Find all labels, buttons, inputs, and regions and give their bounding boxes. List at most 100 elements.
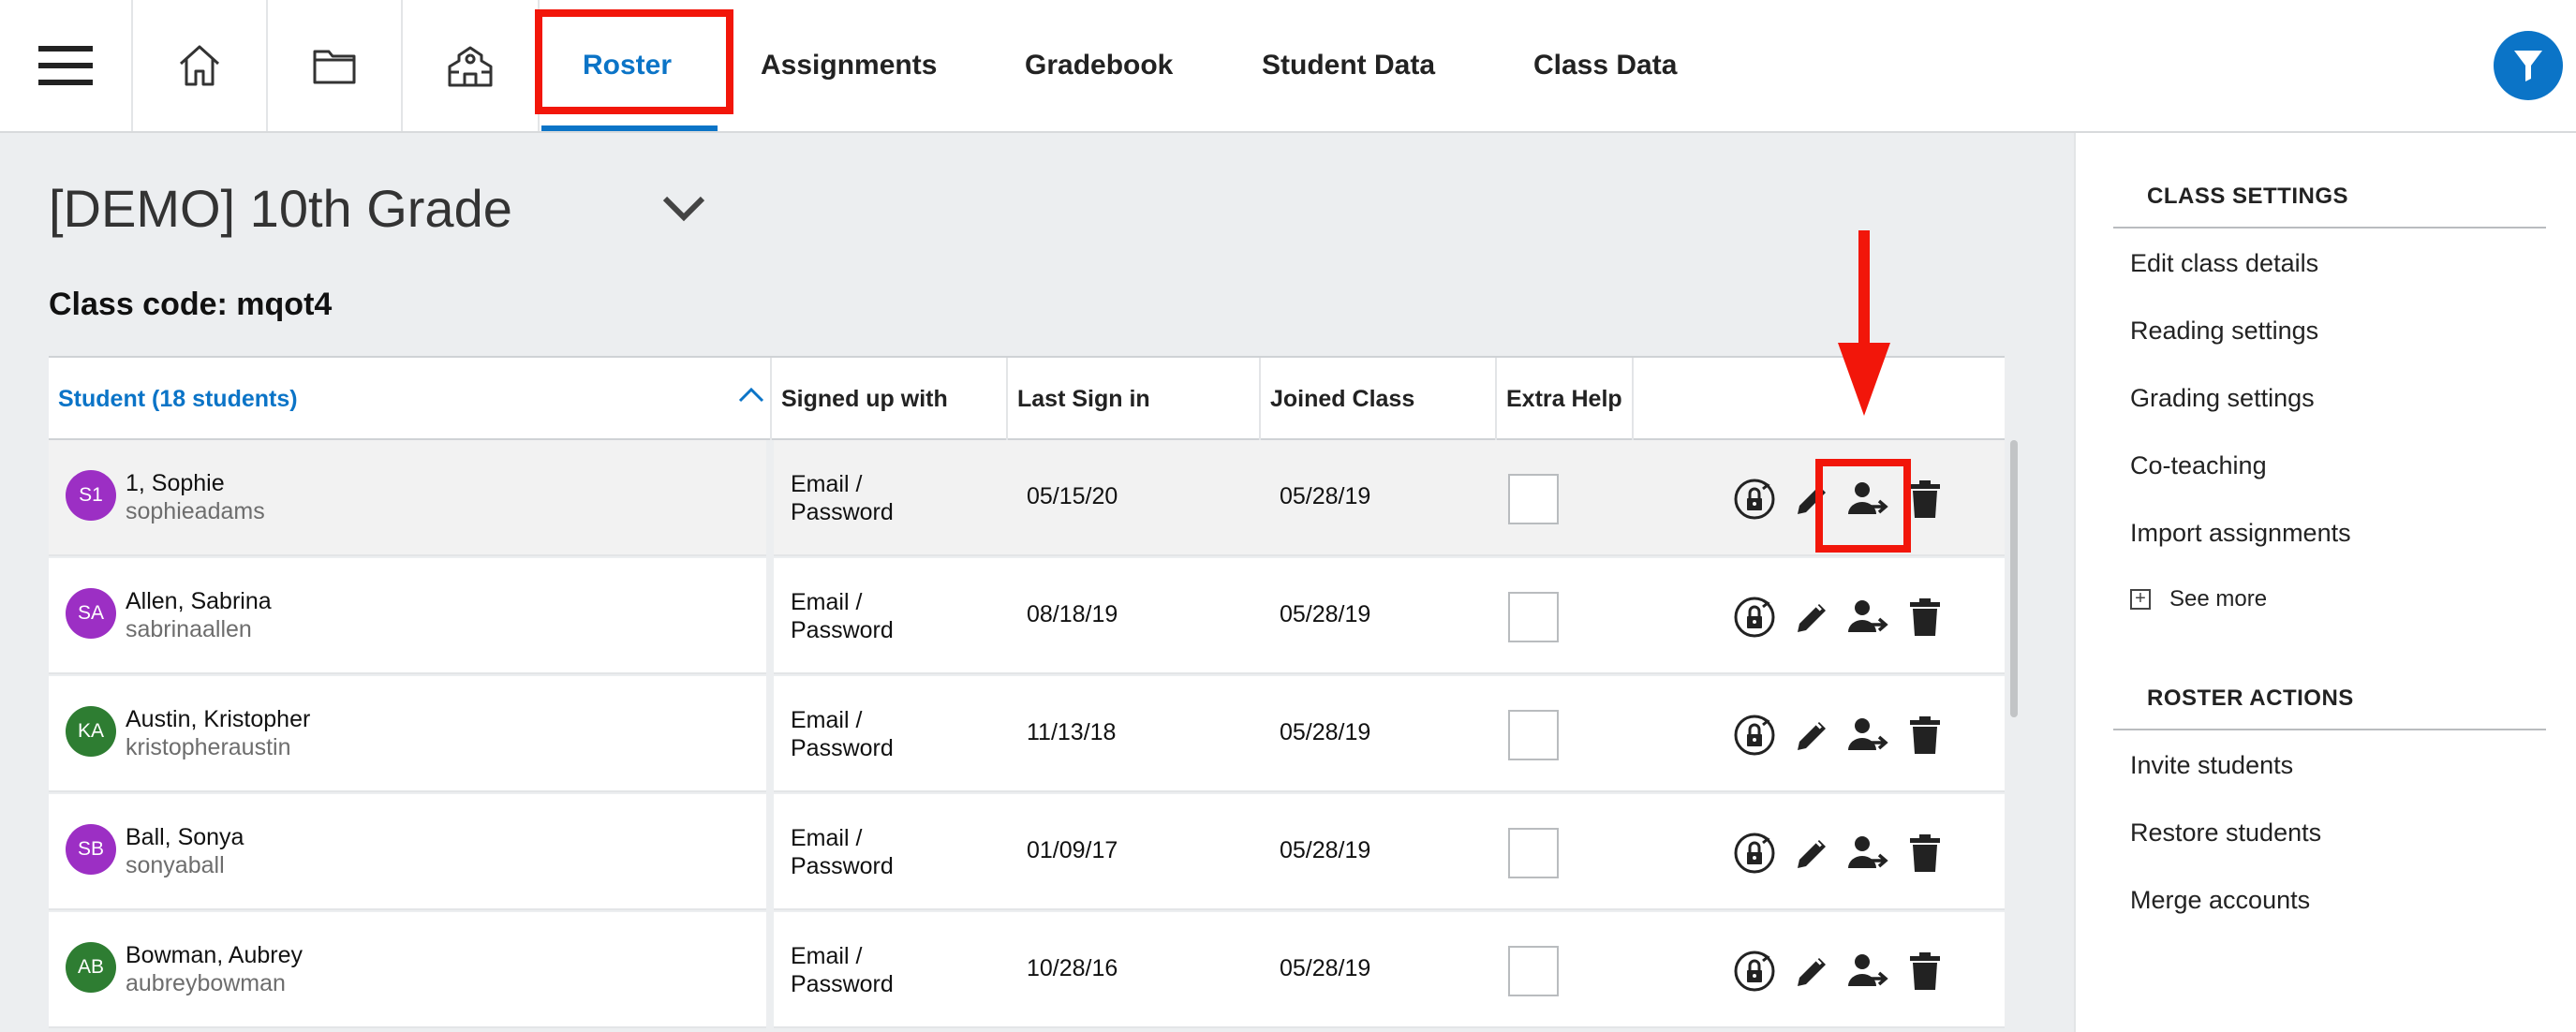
extra-help-checkbox[interactable] <box>1508 592 1559 642</box>
student-name[interactable]: Ball, Sonya <box>126 824 244 851</box>
reset-password-button[interactable] <box>1731 830 1778 877</box>
delete-button[interactable] <box>1902 948 1948 995</box>
column-divider <box>766 676 774 792</box>
move-student-button[interactable] <box>1845 594 1892 641</box>
student-name[interactable]: 1, Sophie <box>126 470 225 497</box>
reset-password-button[interactable] <box>1731 594 1778 641</box>
folder-icon <box>313 50 356 84</box>
filter-icon <box>2514 51 2542 81</box>
delete-icon <box>1909 952 1941 990</box>
column-divider <box>766 440 774 556</box>
move-student-button[interactable] <box>1845 830 1892 877</box>
signup-method: Email / Password <box>791 707 894 761</box>
column-header-joined[interactable]: Joined Class <box>1261 358 1497 440</box>
last-sign-in: 11/13/18 <box>1027 719 1117 745</box>
extra-help-checkbox[interactable] <box>1508 710 1559 760</box>
delete-button[interactable] <box>1902 594 1948 641</box>
table-row[interactable]: AB Bowman, Aubrey aubreybowman Email / Pass… <box>49 912 2005 1028</box>
see-more-button[interactable]: + See more <box>2130 586 2267 612</box>
table-row[interactable]: SB Ball, Sonya sonyaball Email / Password 01… <box>49 794 2005 910</box>
student-username: sophieadams <box>126 498 265 524</box>
table-row[interactable]: KA Austin, Kristopher kristopheraustin Emai… <box>49 676 2005 792</box>
column-header-extra-help[interactable]: Extra Help <box>1497 358 1634 440</box>
reset-password-button[interactable] <box>1731 476 1778 523</box>
class-title: [DEMO] 10th Grade <box>49 179 512 238</box>
column-header-student[interactable]: Student (18 students) <box>49 358 772 440</box>
column-header-label: Extra Help <box>1506 385 1622 412</box>
delete-button[interactable] <box>1902 712 1948 759</box>
home-button[interactable] <box>133 0 268 131</box>
student-username: kristopheraustin <box>126 734 291 760</box>
student-username: aubreybowman <box>126 970 286 996</box>
student-name[interactable]: Bowman, Aubrey <box>126 942 303 969</box>
edit-button[interactable] <box>1789 594 1836 641</box>
edit-class-details-link[interactable]: Edit class details <box>2130 249 2318 278</box>
edit-icon <box>1794 598 1831 636</box>
last-sign-in: 10/28/16 <box>1027 955 1118 981</box>
edit-icon <box>1794 952 1831 990</box>
signup-method: Email / Password <box>791 943 894 997</box>
extra-help-checkbox[interactable] <box>1508 946 1559 996</box>
column-header-last-sign-in[interactable]: Last Sign in <box>1008 358 1261 440</box>
move-student-icon <box>1848 598 1889 636</box>
top-navigation-bar: Roster Assignments Gradebook Student Dat… <box>0 0 2576 133</box>
move-student-button[interactable] <box>1845 712 1892 759</box>
table-row[interactable]: S1 1, Sophie sophieadams Email / Password 05… <box>49 440 2005 556</box>
merge-accounts-link[interactable]: Merge accounts <box>2130 886 2310 915</box>
student-username: sonyaball <box>126 852 225 878</box>
menu-button[interactable] <box>0 0 133 131</box>
school-button[interactable] <box>403 0 540 131</box>
class-selector-dropdown[interactable] <box>661 195 706 228</box>
menu-icon <box>38 46 93 85</box>
annotation-arrow-shaft <box>1858 230 1870 354</box>
restore-students-link[interactable]: Restore students <box>2130 818 2321 848</box>
student-name[interactable]: Allen, Sabrina <box>126 588 272 615</box>
plus-icon: + <box>2130 589 2151 610</box>
class-settings-heading: CLASS SETTINGS <box>2147 184 2349 209</box>
co-teaching-link[interactable]: Co-teaching <box>2130 451 2267 480</box>
column-header-signed-up[interactable]: Signed up with <box>772 358 1008 440</box>
extra-help-checkbox[interactable] <box>1508 828 1559 878</box>
right-sidebar: CLASS SETTINGS Edit class details Readin… <box>2074 133 2576 1032</box>
table-row[interactable]: SA Allen, Sabrina sabrinaallen Email / Pass… <box>49 558 2005 674</box>
column-divider <box>766 912 774 1028</box>
column-header-label: Joined Class <box>1270 385 1415 412</box>
delete-button[interactable] <box>1902 830 1948 877</box>
avatar: AB <box>66 942 116 993</box>
grading-settings-link[interactable]: Grading settings <box>2130 384 2315 413</box>
import-assignments-link[interactable]: Import assignments <box>2130 519 2351 548</box>
filter-button[interactable] <box>2494 31 2563 100</box>
column-divider <box>766 794 774 910</box>
tab-gradebook[interactable]: Gradebook <box>1025 0 1173 131</box>
student-name[interactable]: Austin, Kristopher <box>126 706 310 733</box>
tab-student-data[interactable]: Student Data <box>1262 0 1435 131</box>
move-student-button[interactable] <box>1845 948 1892 995</box>
home-icon <box>179 45 220 86</box>
reset-password-button[interactable] <box>1731 712 1778 759</box>
reset-password-icon <box>1732 831 1777 876</box>
see-more-label: See more <box>2169 586 2268 612</box>
invite-students-link[interactable]: Invite students <box>2130 751 2293 780</box>
edit-button[interactable] <box>1789 712 1836 759</box>
extra-help-checkbox[interactable] <box>1508 474 1559 524</box>
edit-button[interactable] <box>1789 948 1836 995</box>
sort-ascending-icon[interactable] <box>738 386 764 403</box>
reading-settings-link[interactable]: Reading settings <box>2130 317 2318 346</box>
column-header-label: Student (18 students) <box>58 385 298 412</box>
reset-password-icon <box>1732 713 1777 758</box>
class-code: Class code: mqot4 <box>49 287 333 322</box>
joined-class-date: 05/28/19 <box>1280 719 1371 745</box>
divider <box>2113 227 2546 229</box>
move-student-icon <box>1848 834 1889 872</box>
tab-assignments[interactable]: Assignments <box>761 0 937 131</box>
reset-password-button[interactable] <box>1731 948 1778 995</box>
delete-icon <box>1909 598 1941 636</box>
folder-button[interactable] <box>268 0 403 131</box>
avatar: KA <box>66 706 116 757</box>
tab-class-data[interactable]: Class Data <box>1533 0 1677 131</box>
move-student-icon <box>1848 716 1889 754</box>
edit-button[interactable] <box>1789 830 1836 877</box>
roster-actions-heading: ROSTER ACTIONS <box>2147 686 2354 711</box>
avatar: S1 <box>66 470 116 521</box>
table-scrollbar[interactable] <box>2010 440 2018 717</box>
